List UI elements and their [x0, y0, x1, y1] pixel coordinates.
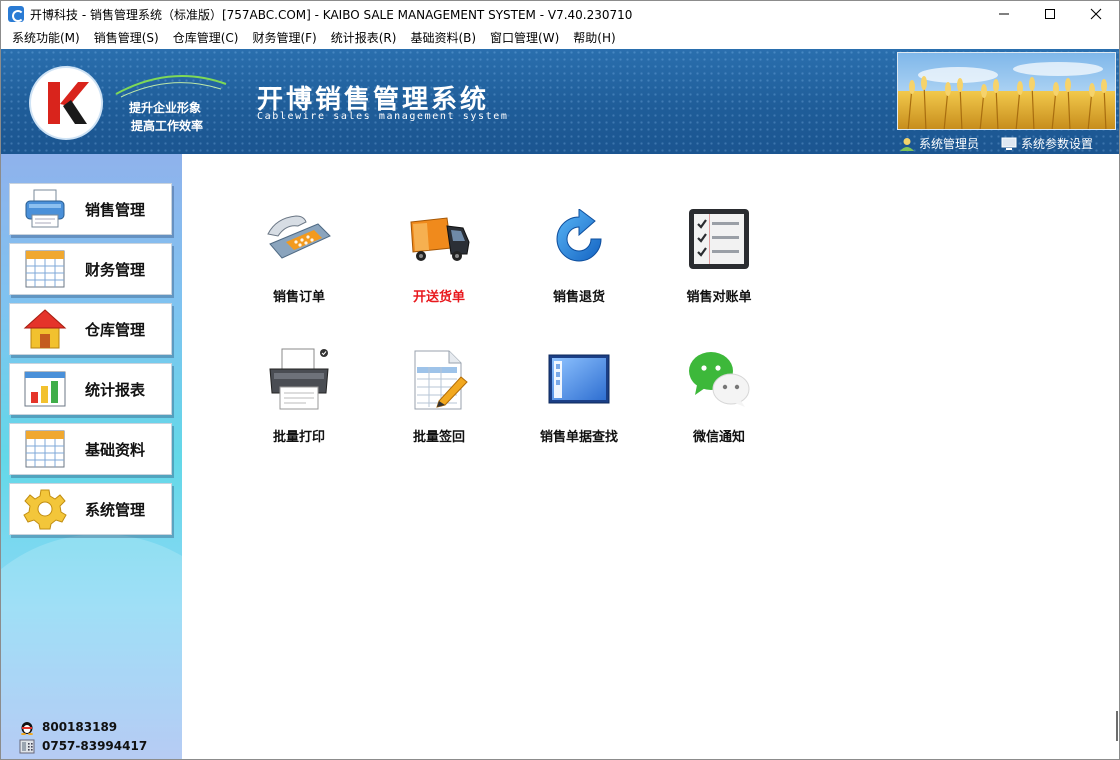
- tile-batch-sign-back[interactable]: 批量签回: [374, 344, 504, 454]
- app-logo-icon: [8, 6, 24, 22]
- sidebar-item-system[interactable]: 系统管理: [9, 483, 172, 535]
- sidebar-item-label: 仓库管理: [85, 320, 146, 339]
- slogan: 提升企业形象 提高工作效率: [129, 99, 203, 135]
- menu-help[interactable]: 帮助(H): [566, 27, 622, 49]
- wheat-field-icon: [898, 53, 1115, 129]
- sidebar-item-label: 基础资料: [85, 440, 146, 459]
- menu-system[interactable]: 系统功能(M): [5, 27, 87, 49]
- telephone-icon: [264, 204, 334, 274]
- maximize-icon: [1045, 9, 1055, 19]
- tile-label: 批量签回: [412, 430, 465, 445]
- spreadsheet-icon: [23, 428, 67, 470]
- resize-grip[interactable]: [1116, 711, 1118, 741]
- slogan-line2: 提高工作效率: [131, 119, 204, 133]
- tile-sales-statement[interactable]: 销售对账单: [654, 204, 784, 314]
- logo-k-icon: [32, 69, 100, 137]
- menu-sales[interactable]: 销售管理(S): [87, 27, 166, 49]
- tile-batch-print[interactable]: 批量打印: [234, 344, 364, 454]
- tile-label: 微信通知: [692, 430, 745, 445]
- refresh-arrow-icon: [544, 204, 614, 274]
- header-banner: 提升企业形象 提高工作效率 开博销售管理系统 Cablewire sales m…: [1, 49, 1119, 154]
- current-user-link[interactable]: 系统管理员: [899, 135, 979, 152]
- tile-wechat-notify[interactable]: 微信通知: [654, 344, 784, 454]
- edit-sheet-icon: [404, 344, 474, 414]
- sidebar-item-basic-data[interactable]: 基础资料: [9, 423, 172, 475]
- sidebar-item-finance[interactable]: 财务管理: [9, 243, 172, 295]
- sidebar-item-warehouse[interactable]: 仓库管理: [9, 303, 172, 355]
- sidebar: 销售管理 财务管理 仓库管理 统计报表 基础资料 系统管理 800183189 …: [1, 154, 182, 759]
- minimize-button[interactable]: [981, 1, 1027, 27]
- system-settings-link[interactable]: 系统参数设置: [1001, 135, 1093, 152]
- telephone-icon: [19, 738, 35, 754]
- tile-label: 销售对账单: [686, 290, 752, 305]
- sidebar-item-label: 统计报表: [85, 380, 146, 399]
- app-window: 开博科技 - 销售管理系统（标准版）[757ABC.COM] - KAIBO S…: [0, 0, 1120, 760]
- main-workspace: 销售订单 开送货单 销售退货 销售对账单 批量打印 批量签回 销售单据查找 微信…: [182, 154, 1119, 759]
- qq-contact: 800183189: [19, 719, 117, 735]
- sidebar-item-label: 财务管理: [85, 260, 146, 279]
- menu-finance[interactable]: 财务管理(F): [245, 27, 323, 49]
- tile-label: 销售单据查找: [539, 430, 618, 445]
- tile-label: 开送货单: [412, 290, 465, 305]
- tile-sales-return[interactable]: 销售退货: [514, 204, 644, 314]
- truck-icon: [404, 204, 474, 274]
- window-list-icon: [544, 344, 614, 414]
- printer-icon: [264, 344, 334, 414]
- printer-icon: [23, 188, 67, 230]
- phone-number: 0757-83994417: [42, 739, 148, 753]
- minimize-icon: [999, 13, 1009, 15]
- system-settings-label: 系统参数设置: [1021, 137, 1094, 151]
- sidebar-item-reports[interactable]: 统计报表: [9, 363, 172, 415]
- close-button[interactable]: [1073, 1, 1119, 27]
- spreadsheet-icon: [23, 248, 67, 290]
- tile-delivery-note[interactable]: 开送货单: [374, 204, 504, 314]
- bar-chart-icon: [23, 368, 67, 410]
- sidebar-item-sales[interactable]: 销售管理: [9, 183, 172, 235]
- window-title: 开博科技 - 销售管理系统（标准版）[757ABC.COM] - KAIBO S…: [30, 7, 633, 22]
- wechat-icon: [684, 344, 754, 414]
- menu-bar: 系统功能(M) 销售管理(S) 仓库管理(C) 财务管理(F) 统计报表(R) …: [1, 27, 1119, 49]
- sidebar-item-label: 销售管理: [85, 200, 146, 219]
- menu-window[interactable]: 窗口管理(W): [483, 27, 566, 49]
- close-icon: [1090, 8, 1102, 20]
- gear-icon: [23, 488, 67, 530]
- menu-basic-data[interactable]: 基础资料(B): [403, 27, 483, 49]
- qq-number: 800183189: [42, 720, 118, 734]
- phone-contact: 0757-83994417: [19, 738, 147, 754]
- title-bar[interactable]: 开博科技 - 销售管理系统（标准版）[757ABC.COM] - KAIBO S…: [1, 1, 1119, 27]
- menu-warehouse[interactable]: 仓库管理(C): [166, 27, 246, 49]
- tile-label: 销售退货: [552, 290, 605, 305]
- house-icon: [23, 308, 67, 350]
- tile-document-search[interactable]: 销售单据查找: [514, 344, 644, 454]
- monitor-icon: [1001, 137, 1017, 150]
- sidebar-item-label: 系统管理: [85, 500, 146, 519]
- banner-swoosh: [115, 75, 227, 98]
- tile-sales-order[interactable]: 销售订单: [234, 204, 364, 314]
- wheat-field-image: [897, 52, 1116, 130]
- menu-reports[interactable]: 统计报表(R): [324, 27, 404, 49]
- current-user-label: 系统管理员: [919, 137, 980, 151]
- window-controls: [981, 1, 1119, 27]
- qq-penguin-icon: [19, 719, 35, 735]
- maximize-button[interactable]: [1027, 1, 1073, 27]
- company-logo: [31, 68, 101, 138]
- tile-label: 批量打印: [272, 430, 325, 445]
- checklist-icon: [684, 204, 754, 274]
- system-subtitle: Cablewire sales management system: [257, 111, 509, 122]
- slogan-line1: 提升企业形象: [129, 101, 202, 115]
- tile-label: 销售订单: [272, 290, 325, 305]
- user-icon: [900, 137, 914, 151]
